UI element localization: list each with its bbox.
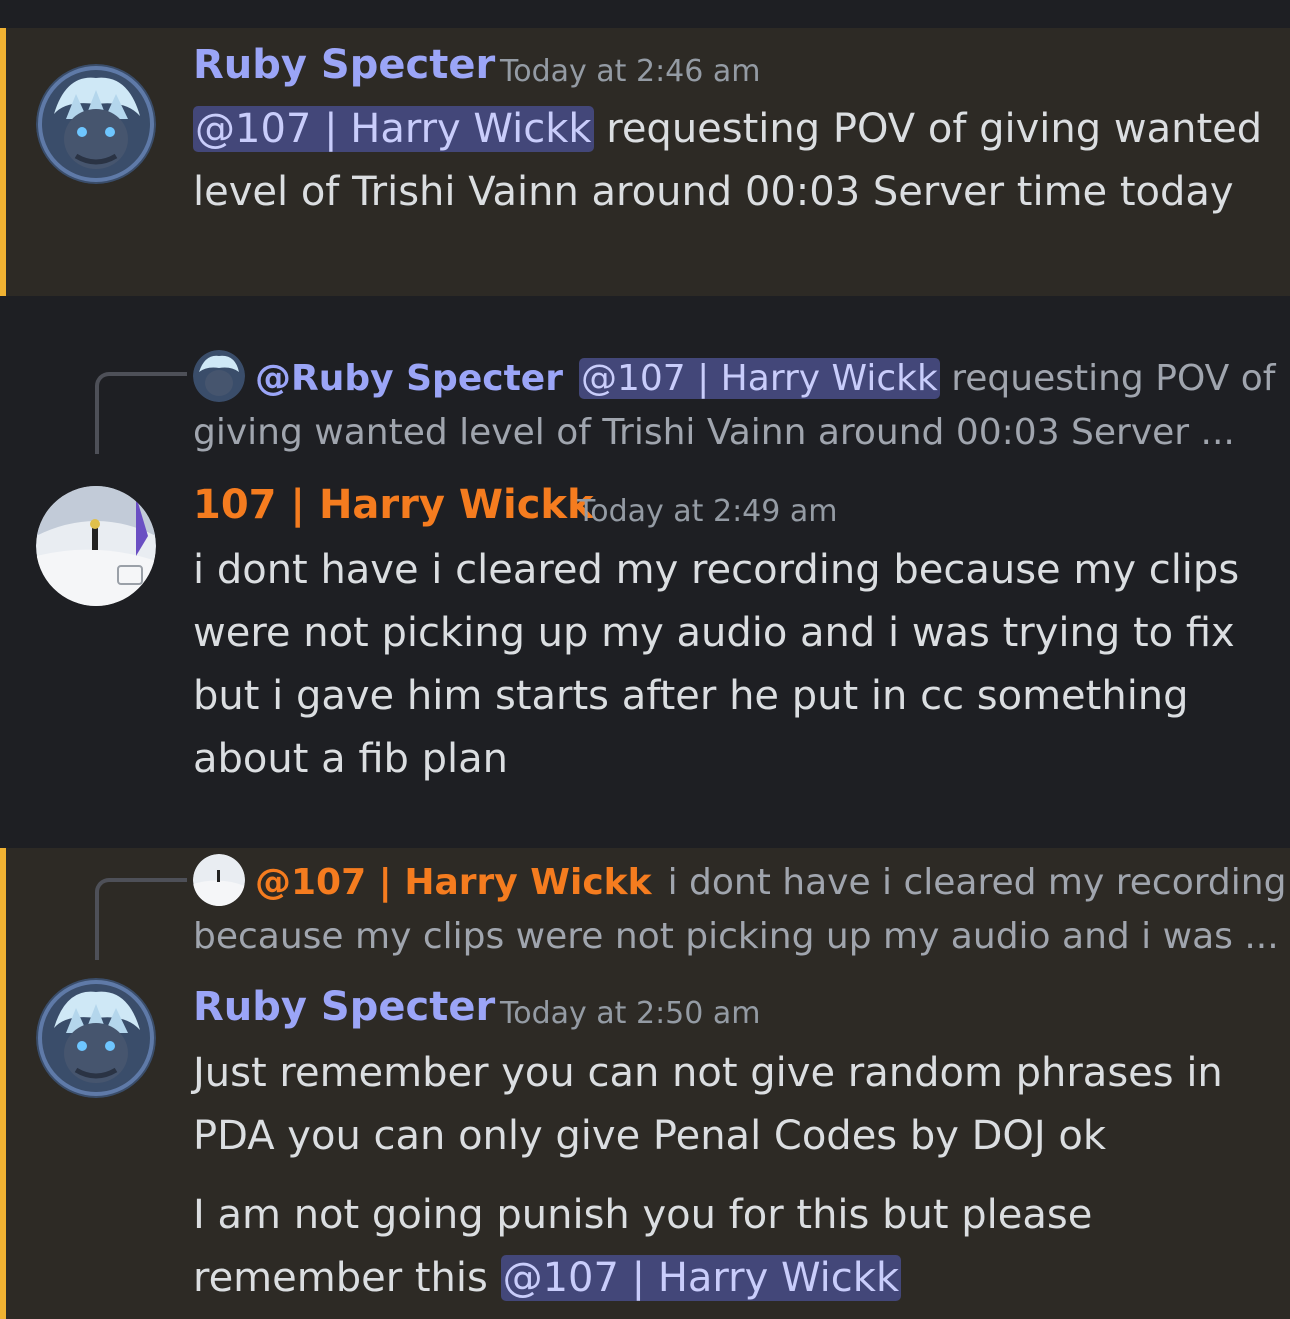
reply-author[interactable]: @Ruby Specter <box>255 358 563 399</box>
message-ruby-2: @107 | Harry Wickk i dont have i cleared … <box>0 848 1290 1319</box>
user-mention[interactable]: @107 | Harry Wickk <box>193 106 594 152</box>
message-text: Just remember you can not give random ph… <box>193 1050 1223 1159</box>
reply-mention[interactable]: @107 | Harry Wickk <box>578 358 940 399</box>
ruby-avatar-icon[interactable] <box>36 64 156 184</box>
message-harry: @Ruby Specter @107 | Harry Wickk requesti… <box>0 296 1290 848</box>
timestamp: Today at 2:49 am <box>577 494 838 529</box>
reply-preview[interactable]: @107 | Harry Wickk i dont have i cleared … <box>193 854 1286 964</box>
harry-avatar-icon[interactable] <box>36 486 156 606</box>
author-name[interactable]: Ruby Specter <box>193 42 495 88</box>
timestamp: Today at 2:46 am <box>500 54 761 89</box>
message-text-2: I am not going punish you for this but p… <box>193 1192 1093 1301</box>
harry-small-avatar-icon <box>193 854 245 906</box>
ruby-small-avatar-icon <box>193 350 245 402</box>
user-mention[interactable]: @107 | Harry Wickk <box>500 1255 902 1301</box>
reply-preview[interactable]: @Ruby Specter @107 | Harry Wickk requesti… <box>193 350 1275 460</box>
reply-connector <box>95 878 187 960</box>
timestamp: Today at 2:50 am <box>500 996 761 1031</box>
author-name[interactable]: Ruby Specter <box>193 984 495 1030</box>
ruby-avatar-icon[interactable] <box>36 978 156 1098</box>
message-text: @107 | Harry Wickk requesting POV of giv… <box>193 106 1263 215</box>
reply-connector <box>95 372 187 454</box>
reply-author[interactable]: @107 | Harry Wickk <box>255 862 652 903</box>
message-text: i dont have i cleared my recording becau… <box>193 547 1240 782</box>
author-name[interactable]: 107 | Harry Wickk <box>193 482 594 528</box>
message-ruby-1: Ruby Specter Today at 2:46 am @107 | Har… <box>0 28 1290 296</box>
